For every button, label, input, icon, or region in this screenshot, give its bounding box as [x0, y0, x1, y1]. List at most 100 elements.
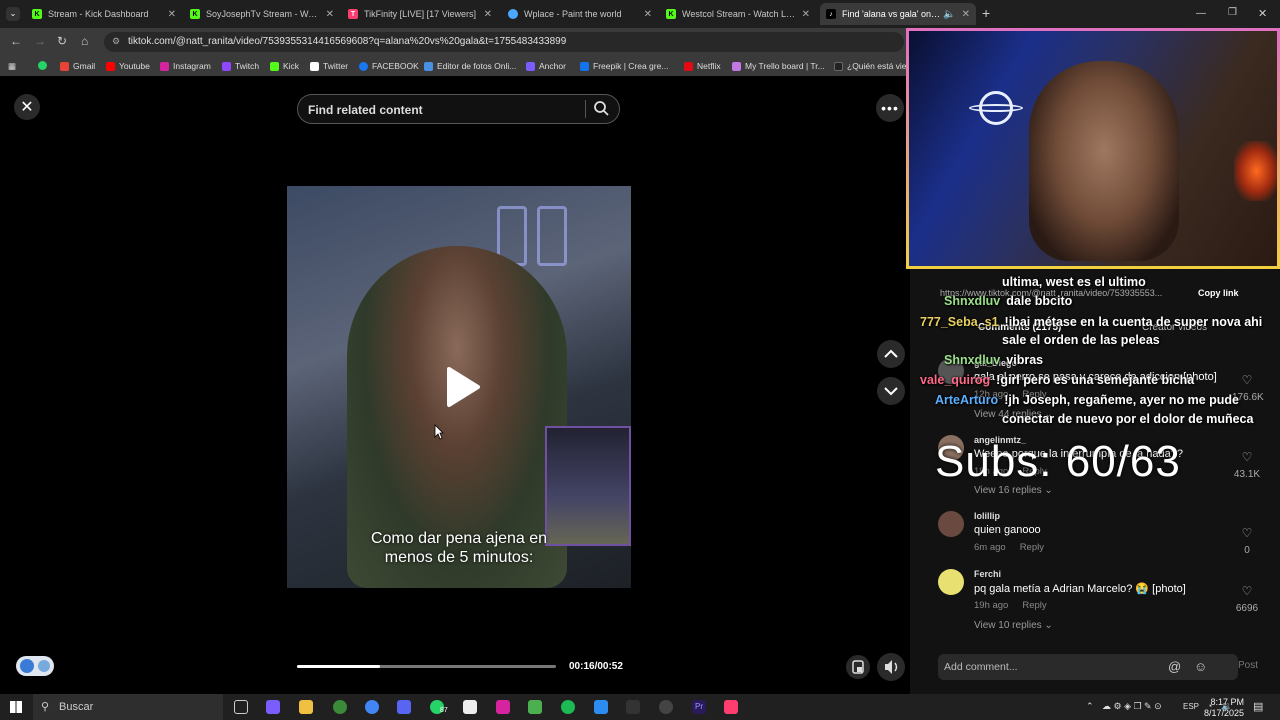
app-icon[interactable]	[626, 700, 640, 714]
discord-icon[interactable]	[397, 700, 411, 714]
search-input[interactable]: Find related content	[297, 94, 620, 124]
bookmark-whatsapp[interactable]	[38, 61, 51, 70]
bookmark-label: Editor de fotos Onli...	[437, 61, 517, 71]
system-clock[interactable]: 8:17 PM 8/17/2025	[1204, 697, 1244, 719]
chat-username: vale_quirog	[920, 373, 991, 387]
pip-icon	[852, 660, 864, 674]
play-icon[interactable]	[445, 366, 481, 408]
like-button[interactable]: ♡ 0	[1232, 527, 1262, 556]
mute-tab-icon[interactable]: 🔈	[943, 9, 955, 20]
volume-button[interactable]	[877, 653, 905, 681]
avatar[interactable]	[938, 511, 964, 537]
apps-icon[interactable]: ▦	[8, 61, 16, 72]
heart-icon: ♡	[1241, 450, 1253, 464]
instagram-icon[interactable]	[496, 700, 510, 714]
next-video-button[interactable]	[877, 377, 905, 405]
close-tab-icon[interactable]: ✕	[326, 9, 334, 20]
mention-icon[interactable]: @	[1168, 659, 1181, 674]
comment-username[interactable]: lolillip	[974, 511, 1000, 521]
comment-meta: 19h ago Reply	[974, 600, 1047, 611]
home-icon[interactable]: ⌂	[81, 34, 88, 48]
bookmark-twitch[interactable]: Twitch	[222, 61, 259, 71]
like-button[interactable]: ♡ 43.1K	[1232, 451, 1262, 480]
tab-kick-dashboard[interactable]: K Stream - Kick Dashboard ✕	[26, 3, 182, 25]
bookmark-label: Gmail	[73, 61, 96, 71]
volume-icon	[885, 660, 898, 674]
bookmark-youtube[interactable]: Youtube	[106, 61, 150, 71]
bookmark-twitter[interactable]: Twitter	[310, 61, 348, 71]
chrome-icon[interactable]	[333, 700, 347, 714]
tray-icons[interactable]: ☁ ⚙ ◈ ❐ ✎ ⊙	[1102, 701, 1162, 712]
tab-tikfinity[interactable]: T TikFinity [LIVE] [17 Viewers] ✕	[342, 3, 498, 25]
more-options-button[interactable]: •••	[876, 94, 904, 122]
post-button[interactable]: Post	[1238, 660, 1258, 671]
app-icon[interactable]	[594, 700, 608, 714]
close-tab-icon[interactable]: ✕	[802, 9, 810, 20]
view-replies-button[interactable]: View 10 replies ⌄	[974, 620, 1053, 631]
streamer-face	[1029, 61, 1179, 261]
url-field[interactable]: ⚙ tiktok.com/@natt_ranita/video/75393553…	[104, 32, 904, 52]
obs-icon[interactable]	[659, 700, 673, 714]
reload-icon[interactable]: ↻	[57, 34, 67, 48]
extension-badge[interactable]	[16, 656, 54, 676]
tab-search-icon[interactable]: ⌄	[6, 7, 20, 21]
new-tab-icon[interactable]: +	[982, 5, 990, 21]
bookmark-freepik[interactable]: Freepik | Crea gre...	[580, 61, 668, 71]
reply-button[interactable]: Reply	[1022, 600, 1046, 611]
bookmark-quien-esta[interactable]: ¿Quién está vien	[834, 61, 911, 71]
bookmark-facebook[interactable]: FACEBOOK	[359, 61, 419, 71]
minimize-window-icon[interactable]: —	[1196, 8, 1206, 19]
video-progress-bar[interactable]	[297, 665, 556, 668]
file-explorer-icon[interactable]	[299, 700, 313, 714]
bookmark-gmail[interactable]: Gmail	[60, 61, 95, 71]
picture-in-picture-button[interactable]	[846, 655, 870, 679]
calendar-icon[interactable]	[463, 700, 477, 714]
taskbar-search[interactable]: ⚲ Buscar	[33, 694, 223, 720]
add-comment-input[interactable]: Add comment... @ ☺	[938, 654, 1238, 680]
close-tab-icon[interactable]: ✕	[484, 9, 492, 20]
language-indicator[interactable]: ESP	[1183, 702, 1199, 711]
tab-soyjoseph-stream[interactable]: K SoyJosephTv Stream - Watch Li ✕	[184, 3, 340, 25]
task-view-icon[interactable]	[234, 700, 248, 714]
search-icon[interactable]	[593, 100, 609, 116]
restore-window-icon[interactable]: ❐	[1228, 7, 1237, 18]
tray-chevron-icon[interactable]: ⌃	[1086, 701, 1094, 712]
previous-video-button[interactable]	[877, 340, 905, 368]
kick-icon	[270, 61, 279, 71]
notifications-icon[interactable]: ▤	[1253, 700, 1263, 713]
premiere-icon[interactable]: Pr	[692, 700, 706, 714]
bookmark-anchor[interactable]: Anchor	[526, 61, 566, 71]
chrome-alt-icon[interactable]	[365, 700, 379, 714]
reply-button[interactable]: Reply	[1020, 542, 1044, 553]
close-tab-icon[interactable]: ✕	[644, 9, 652, 20]
copy-link-button[interactable]: Copy link	[1198, 288, 1239, 298]
close-video-button[interactable]: ✕	[14, 94, 40, 120]
bookmark-instagram[interactable]: Instagram	[160, 61, 211, 71]
like-button[interactable]: ♡ 6696	[1232, 585, 1262, 614]
close-tab-icon[interactable]: ✕	[962, 9, 970, 20]
avatar[interactable]	[938, 569, 964, 595]
site-info-icon[interactable]: ⚙	[112, 36, 120, 47]
emoji-icon[interactable]: ☺	[1194, 659, 1207, 674]
back-icon[interactable]: ←	[10, 34, 22, 48]
close-window-icon[interactable]: ✕	[1258, 7, 1267, 20]
tab-wplace[interactable]: Wplace - Paint the world ✕	[502, 3, 658, 25]
tab-westcol-stream[interactable]: K Westcol Stream - Watch Live or ✕	[660, 3, 816, 25]
tab-label: Wplace - Paint the world	[524, 9, 622, 19]
comment-username[interactable]: Ferchi	[974, 569, 1001, 579]
bookmark-netflix[interactable]: Netflix	[684, 61, 721, 71]
forward-icon[interactable]: →	[34, 34, 46, 48]
tikfinity-icon[interactable]	[724, 700, 738, 714]
close-tab-icon[interactable]: ✕	[168, 9, 176, 20]
tab-tiktok-active[interactable]: ♪ Find 'alana vs gala' on TikTo 🔈 ✕	[820, 3, 976, 25]
chevron-down-icon	[884, 387, 898, 396]
minecraft-icon[interactable]	[528, 700, 542, 714]
bookmark-trello[interactable]: My Trello board | Tr...	[732, 61, 825, 71]
windows-start-icon[interactable]	[10, 701, 22, 713]
bookmark-editor-fotos[interactable]: Editor de fotos Onli...	[424, 61, 516, 71]
url-text: tiktok.com/@natt_ranita/video/7539355314…	[128, 36, 567, 47]
bookmark-kick[interactable]: Kick	[270, 61, 299, 71]
copilot-icon[interactable]	[266, 700, 280, 714]
spotify-icon[interactable]	[561, 700, 575, 714]
chat-line: ArteArturo !jh Joseph, regañeme, ayer no …	[935, 393, 1239, 407]
